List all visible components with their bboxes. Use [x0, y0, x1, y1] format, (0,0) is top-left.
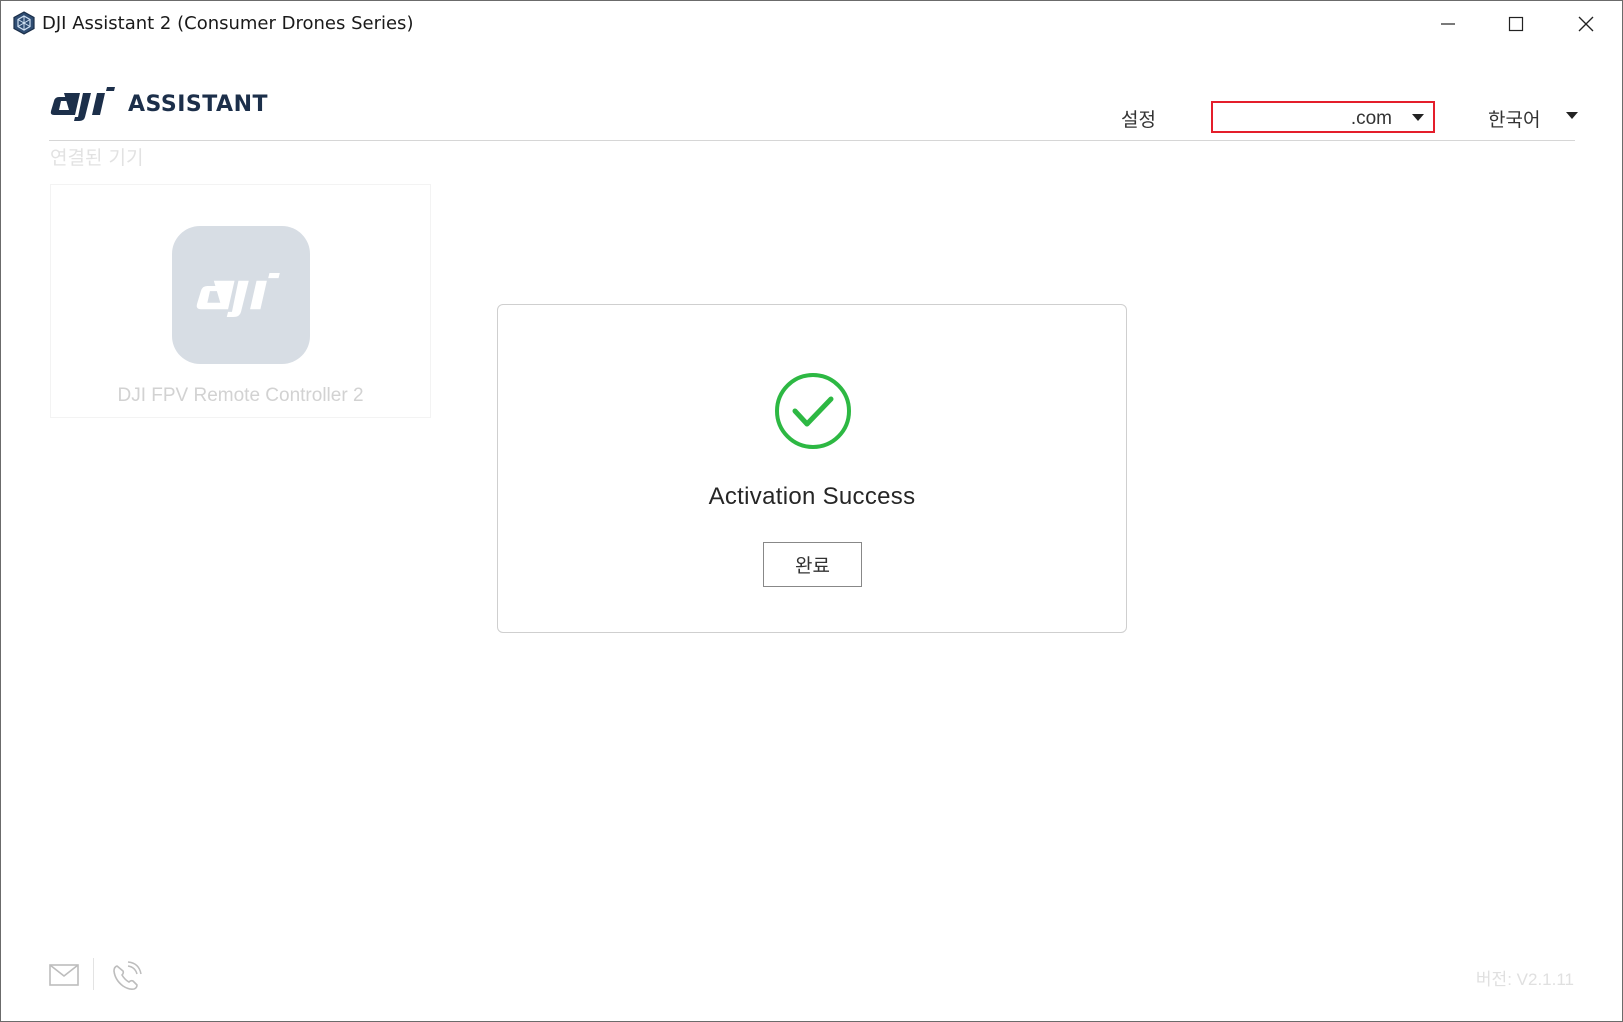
close-button[interactable]	[1552, 1, 1620, 47]
dji-logo-icon	[50, 87, 115, 121]
dji-assistant-logo: ASSISTANT	[50, 87, 268, 121]
done-button[interactable]: 완료	[763, 542, 862, 587]
device-card[interactable]: DJI FPV Remote Controller 2	[50, 184, 431, 418]
app-icon	[13, 11, 35, 35]
phone-icon[interactable]	[109, 960, 143, 994]
minimize-button[interactable]	[1414, 1, 1482, 47]
activation-message: Activation Success	[708, 483, 916, 510]
activation-dialog: Activation Success 완료	[497, 304, 1127, 633]
version-label: 버전: V2.1.11	[1475, 970, 1574, 989]
maximize-button[interactable]	[1482, 1, 1550, 47]
header-divider	[49, 140, 1575, 141]
logo-text: ASSISTANT	[128, 91, 269, 117]
check-circle-icon	[775, 373, 851, 449]
title-bar: DJI Assistant 2 (Consumer Drones Series)	[1, 1, 1622, 47]
window-title: DJI Assistant 2 (Consumer Drones Series)	[42, 13, 414, 34]
device-name: DJI FPV Remote Controller 2	[117, 385, 364, 406]
maximize-icon	[1508, 16, 1524, 32]
connected-devices-label: 연결된 기기	[50, 147, 144, 169]
close-icon	[1578, 16, 1594, 32]
mail-icon[interactable]	[49, 964, 79, 986]
minimize-icon	[1441, 23, 1455, 25]
language-value: 한국어	[1488, 110, 1541, 131]
app-window: DJI Assistant 2 (Consumer Drones Series)…	[0, 0, 1623, 1022]
caret-down-icon	[1566, 112, 1578, 119]
region-value: .com	[1350, 108, 1392, 129]
device-dji-icon	[172, 226, 310, 364]
settings-link[interactable]: 설정	[1121, 105, 1156, 132]
caret-down-icon	[1412, 114, 1424, 121]
language-select[interactable]: 한국어	[1488, 105, 1578, 131]
region-select[interactable]: .com	[1211, 101, 1435, 133]
footer-divider	[93, 958, 94, 990]
